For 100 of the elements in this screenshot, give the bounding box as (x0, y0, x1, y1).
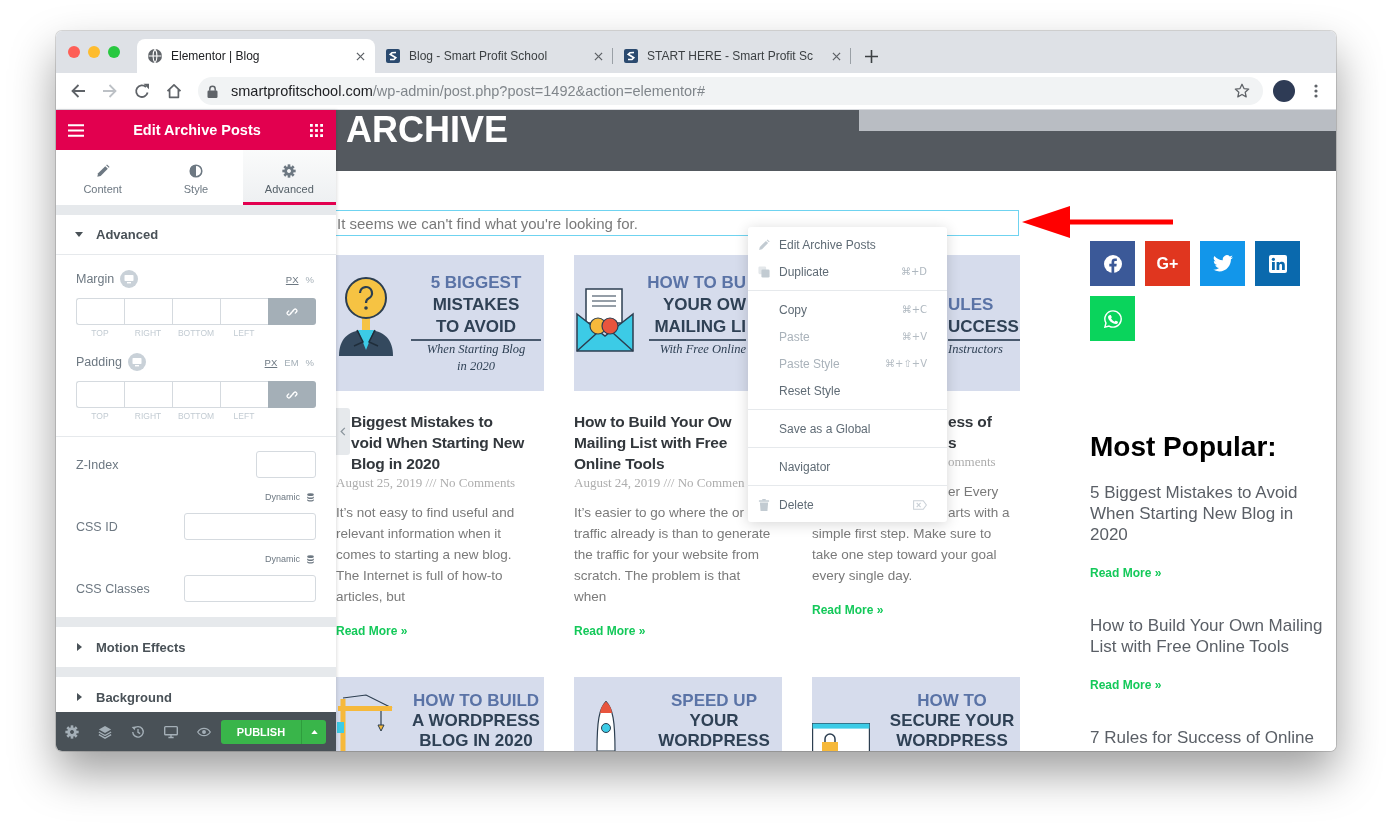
menu-item[interactable]: Save as a Global (748, 415, 947, 442)
keyboard-shortcut: ⌘+C (901, 304, 927, 315)
thumbnail-heading: SECURE YOUR (889, 711, 1015, 731)
linkedin-icon (1268, 254, 1287, 273)
thumbnail-tagline: When Starting Blog in 2020 (426, 341, 526, 375)
share-button[interactable] (1090, 241, 1135, 286)
bookmark-star-icon[interactable] (1234, 83, 1250, 99)
browser-tab[interactable]: START HERE - Smart Profit Sc (613, 39, 851, 73)
browser-tab[interactable]: Blog - Smart Profit School (375, 39, 613, 73)
menu-item[interactable]: Navigator (748, 453, 947, 480)
notice-text: It seems we can't find what you're looking for. (337, 214, 638, 232)
post-meta: August 24, 2019 /// No Commen (574, 474, 745, 492)
thumbnail-heading: BLOG IN 2020 (419, 731, 533, 751)
pencil-icon (758, 238, 770, 251)
home-icon[interactable] (166, 83, 182, 99)
pencil-icon (95, 164, 110, 178)
text-input[interactable] (256, 451, 316, 478)
post-thumbnail[interactable]: SPEED UP YOUR WORDPRESS (574, 677, 782, 751)
thumbnail-heading: MISTAKES (432, 294, 520, 316)
browser-tab[interactable]: Elementor | Blog (137, 39, 375, 73)
dimension-input[interactable] (220, 298, 268, 325)
delete-key-icon (913, 499, 927, 510)
close-icon[interactable] (356, 51, 365, 61)
close-icon[interactable] (594, 51, 603, 61)
side-label: LEFT (233, 328, 255, 338)
post-thumbnail[interactable]: 5 BIGGEST MISTAKES TO AVOID When Starting Blog in 2020 (336, 255, 544, 391)
text-input[interactable] (184, 575, 316, 602)
dimension-input[interactable] (172, 298, 220, 325)
globe-icon (147, 48, 163, 64)
thumbnail-heading: YOUR (689, 711, 739, 731)
popular-post-link[interactable]: How to Build Your Own Mailing List with Free Online Tools (1090, 615, 1323, 657)
database-icon[interactable] (307, 492, 314, 502)
post-thumbnail[interactable]: HOW TO SECURE YOUR WORDPRESS (812, 677, 1020, 751)
dimension-input[interactable] (124, 381, 172, 408)
dynamic-label: Dynamic (265, 492, 300, 502)
site-logo-icon (623, 48, 639, 64)
monitor-icon[interactable] (164, 724, 178, 739)
post-excerpt: simple first step. Make sure to take one step toward your goal every single day. (812, 525, 997, 585)
popular-post-link[interactable]: 5 Biggest Mistakes to Avoid When Starting New Blog in 2020 (1090, 482, 1298, 545)
layers-icon[interactable] (98, 724, 112, 739)
post-title[interactable]: Biggest Mistakes to void When Starting New Blog in 2020 (351, 411, 524, 474)
thumbnail-heading: YOUR OW (662, 294, 746, 316)
menu-item[interactable]: Edit Archive Posts (748, 231, 947, 258)
lock-icon (207, 84, 218, 98)
thumbnail-heading: 5 BIGGEST (430, 272, 522, 294)
share-button[interactable]: G+ (1145, 241, 1190, 286)
section-header[interactable]: Motion Effects (56, 627, 336, 667)
close-icon[interactable] (832, 51, 841, 61)
side-label: BOTTOM (177, 328, 215, 338)
apps-grid-icon[interactable] (310, 123, 323, 137)
dimension-input[interactable] (172, 381, 220, 408)
text-input[interactable] (184, 513, 316, 540)
post-thumbnail[interactable]: HOW TO BUILD A WORDPRESS BLOG IN 2020 (336, 677, 544, 751)
thumbnail-heading: MAILING LI (654, 316, 746, 338)
dimension-input[interactable] (76, 298, 124, 325)
panel-tab[interactable]: Advanced (242, 150, 336, 205)
link-icon (286, 305, 298, 318)
dimension-input[interactable] (220, 381, 268, 408)
share-button[interactable] (1255, 241, 1300, 286)
back-icon[interactable] (70, 83, 86, 99)
panel-title: Edit Archive Posts (132, 122, 262, 138)
profile-avatar[interactable] (1273, 80, 1295, 102)
side-label: LEFT (233, 411, 255, 421)
menu-icon[interactable] (68, 123, 84, 137)
thumbnail-heading: WORDPRESS (896, 731, 1008, 751)
control-label: Padding (76, 355, 122, 369)
dimension-input[interactable] (76, 381, 124, 408)
database-icon[interactable] (307, 554, 314, 564)
post-title[interactable]: ess of s (948, 411, 992, 453)
panel-tab[interactable]: Style (149, 150, 243, 205)
facebook-icon (1103, 254, 1122, 273)
post-excerpt: traffic already is than to generate the traffic for your website from scratch. The problem is that when (574, 525, 771, 606)
publish-options-button[interactable] (301, 719, 326, 744)
settings-icon[interactable] (65, 724, 79, 739)
menu-item[interactable]: Delete (748, 491, 947, 518)
window-close-icon[interactable] (68, 46, 80, 58)
dimension-input[interactable] (124, 298, 172, 325)
section-header[interactable]: Background (56, 677, 336, 712)
more-options-icon[interactable] (1314, 84, 1318, 98)
reload-icon[interactable] (134, 83, 150, 99)
thumbnail-tagline: Instructors (948, 341, 1003, 358)
panel-tab[interactable]: Content (56, 150, 150, 205)
chevron-left-icon (340, 427, 346, 436)
history-icon[interactable] (131, 724, 145, 739)
duplicate-icon (758, 265, 770, 278)
post-title[interactable]: How to Build Your Ow Mailing List with Free Online Tools (574, 411, 732, 474)
link-icon (286, 388, 298, 401)
unit-option[interactable]: PX (285, 273, 299, 285)
new-tab-icon[interactable] (865, 50, 878, 63)
popular-post-link[interactable]: 7 Rules for Success of Online (1090, 727, 1314, 748)
sidebar-heading: Most Popular: (1090, 430, 1277, 464)
caret-up-icon (310, 729, 318, 734)
thumbnail-tagline: With Free Online (659, 341, 746, 358)
side-label: RIGHT (134, 411, 162, 421)
share-button[interactable] (1200, 241, 1245, 286)
keyboard-shortcut: ⌘+D (900, 266, 927, 277)
address-bar[interactable]: smartprofitschool.com/wp-admin/post.php?post=1492&action=elementor# (198, 77, 1263, 105)
unit-option[interactable]: PX (264, 356, 278, 368)
control-label: Margin (76, 272, 115, 286)
post-excerpt: er Every arts with a (948, 483, 1010, 522)
